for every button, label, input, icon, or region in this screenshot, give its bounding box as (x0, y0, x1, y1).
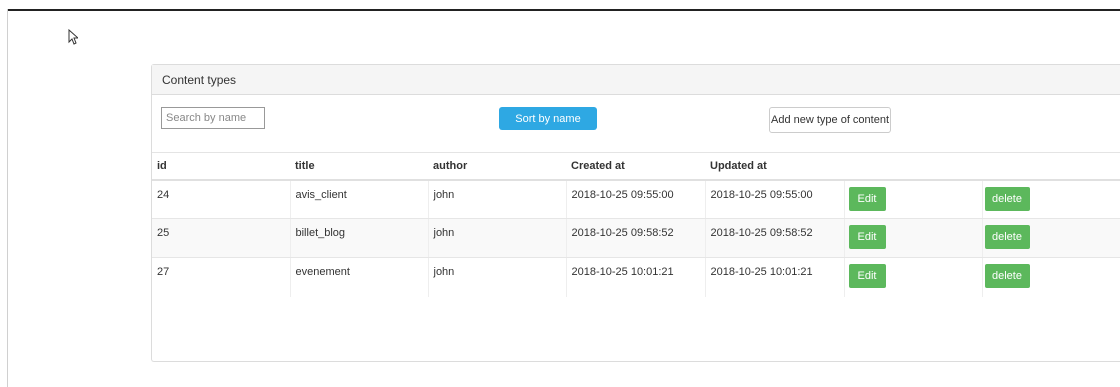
cell-delete: delete (982, 179, 1120, 219)
cell-created-at: 2018-10-25 09:55:00 (566, 179, 706, 219)
column-header-edit (844, 152, 982, 181)
left-border-line (7, 9, 8, 387)
cell-id: 24 (152, 179, 291, 219)
cell-delete: delete (982, 258, 1120, 297)
cell-updated-at: 2018-10-25 09:55:00 (705, 179, 845, 219)
content-types-table: id title author Created at Updated at 24… (152, 152, 1120, 297)
table-header-row: id title author Created at Updated at (152, 152, 1120, 181)
content-types-panel: Content types Sort by name Add new type … (151, 64, 1120, 362)
sort-by-name-button[interactable]: Sort by name (499, 107, 597, 130)
column-header-title: title (290, 152, 428, 181)
cell-updated-at: 2018-10-25 09:58:52 (705, 218, 845, 258)
search-input[interactable] (161, 107, 265, 129)
column-header-delete (982, 152, 1120, 181)
column-header-created-at: Created at (566, 152, 705, 181)
add-content-type-button[interactable]: Add new type of content (769, 107, 891, 133)
cell-edit: Edit (844, 218, 983, 258)
column-header-author: author (428, 152, 566, 181)
cell-updated-at: 2018-10-25 10:01:21 (705, 257, 845, 297)
edit-button[interactable]: Edit (848, 225, 886, 249)
cell-author: john (428, 179, 567, 219)
edit-button[interactable]: Edit (848, 264, 886, 288)
column-header-id: id (152, 152, 290, 181)
table-row: 24 avis_client john 2018-10-25 09:55:00 … (152, 179, 1120, 219)
top-border-line (8, 9, 1120, 11)
cell-edit: Edit (844, 257, 983, 297)
cell-delete: delete (982, 218, 1120, 258)
cell-title: billet_blog (290, 218, 429, 258)
column-header-updated-at: Updated at (705, 152, 844, 181)
mouse-pointer-icon (68, 29, 78, 45)
cell-created-at: 2018-10-25 10:01:21 (566, 257, 706, 297)
cell-author: john (428, 257, 567, 297)
cell-created-at: 2018-10-25 09:58:52 (566, 218, 706, 258)
table-row: 25 billet_blog john 2018-10-25 09:58:52 … (152, 218, 1120, 258)
delete-button[interactable]: delete (984, 225, 1030, 249)
cell-id: 27 (152, 257, 291, 297)
cell-author: john (428, 218, 567, 258)
table-row: 27 evenement john 2018-10-25 10:01:21 20… (152, 257, 1120, 297)
cell-id: 25 (152, 218, 291, 258)
cell-edit: Edit (844, 179, 983, 219)
cell-title: avis_client (290, 179, 429, 219)
delete-button[interactable]: delete (984, 186, 1030, 211)
edit-button[interactable]: Edit (848, 186, 886, 211)
panel-title: Content types (152, 65, 1120, 95)
delete-button[interactable]: delete (984, 264, 1030, 288)
cell-title: evenement (290, 257, 429, 297)
